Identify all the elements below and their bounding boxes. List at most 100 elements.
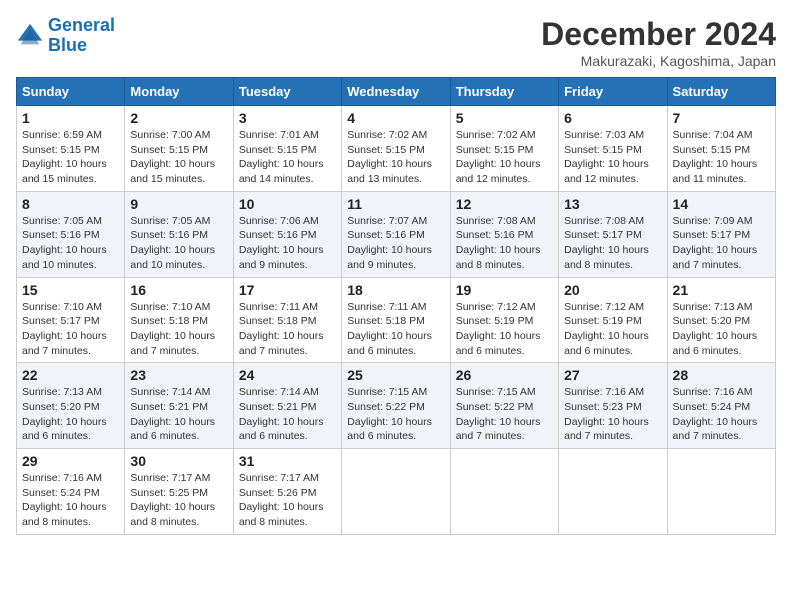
day-info: Sunrise: 7:17 AM Sunset: 5:26 PM Dayligh… [239, 471, 336, 530]
calendar-cell: 26 Sunrise: 7:15 AM Sunset: 5:22 PM Dayli… [450, 363, 558, 449]
calendar-cell: 9 Sunrise: 7:05 AM Sunset: 5:16 PM Daylig… [125, 191, 233, 277]
calendar-cell [342, 449, 450, 535]
day-number: 13 [564, 196, 661, 212]
day-info: Sunrise: 7:09 AM Sunset: 5:17 PM Dayligh… [673, 214, 770, 273]
calendar-cell: 12 Sunrise: 7:08 AM Sunset: 5:16 PM Dayli… [450, 191, 558, 277]
day-number: 29 [22, 453, 119, 469]
day-info: Sunrise: 7:07 AM Sunset: 5:16 PM Dayligh… [347, 214, 444, 273]
day-number: 7 [673, 110, 770, 126]
calendar-table: SundayMondayTuesdayWednesdayThursdayFrid… [16, 77, 776, 535]
day-info: Sunrise: 7:16 AM Sunset: 5:23 PM Dayligh… [564, 385, 661, 444]
logo: General Blue [16, 16, 115, 56]
day-info: Sunrise: 7:00 AM Sunset: 5:15 PM Dayligh… [130, 128, 227, 187]
day-number: 22 [22, 367, 119, 383]
day-number: 12 [456, 196, 553, 212]
day-number: 24 [239, 367, 336, 383]
calendar-cell: 22Sunrise: 7:13 AM Sunset: 5:20 PM Dayli… [17, 363, 125, 449]
calendar-day-header: Friday [559, 78, 667, 106]
day-info: Sunrise: 7:08 AM Sunset: 5:16 PM Dayligh… [456, 214, 553, 273]
day-number: 23 [130, 367, 227, 383]
calendar-cell: 17 Sunrise: 7:11 AM Sunset: 5:18 PM Dayli… [233, 277, 341, 363]
calendar-cell: 7 Sunrise: 7:04 AM Sunset: 5:15 PM Daylig… [667, 106, 775, 192]
day-number: 19 [456, 282, 553, 298]
calendar-week-row: 22Sunrise: 7:13 AM Sunset: 5:20 PM Dayli… [17, 363, 776, 449]
day-number: 16 [130, 282, 227, 298]
day-number: 10 [239, 196, 336, 212]
calendar-cell: 19 Sunrise: 7:12 AM Sunset: 5:19 PM Dayli… [450, 277, 558, 363]
day-info: Sunrise: 7:05 AM Sunset: 5:16 PM Dayligh… [130, 214, 227, 273]
day-number: 17 [239, 282, 336, 298]
day-info: Sunrise: 7:15 AM Sunset: 5:22 PM Dayligh… [347, 385, 444, 444]
page-header: General Blue December 2024 Makurazaki, K… [16, 16, 776, 69]
day-number: 3 [239, 110, 336, 126]
day-info: Sunrise: 7:11 AM Sunset: 5:18 PM Dayligh… [347, 300, 444, 359]
calendar-cell: 28 Sunrise: 7:16 AM Sunset: 5:24 PM Dayli… [667, 363, 775, 449]
calendar-cell: 2 Sunrise: 7:00 AM Sunset: 5:15 PM Daylig… [125, 106, 233, 192]
calendar-cell: 5 Sunrise: 7:02 AM Sunset: 5:15 PM Daylig… [450, 106, 558, 192]
calendar-cell [667, 449, 775, 535]
day-info: Sunrise: 7:12 AM Sunset: 5:19 PM Dayligh… [456, 300, 553, 359]
day-info: Sunrise: 7:02 AM Sunset: 5:15 PM Dayligh… [456, 128, 553, 187]
calendar-cell: 3 Sunrise: 7:01 AM Sunset: 5:15 PM Daylig… [233, 106, 341, 192]
day-number: 25 [347, 367, 444, 383]
calendar-day-header: Wednesday [342, 78, 450, 106]
calendar-cell: 31 Sunrise: 7:17 AM Sunset: 5:26 PM Dayli… [233, 449, 341, 535]
day-info: Sunrise: 7:04 AM Sunset: 5:15 PM Dayligh… [673, 128, 770, 187]
day-info: Sunrise: 7:11 AM Sunset: 5:18 PM Dayligh… [239, 300, 336, 359]
day-number: 28 [673, 367, 770, 383]
day-number: 30 [130, 453, 227, 469]
calendar-cell: 13 Sunrise: 7:08 AM Sunset: 5:17 PM Dayli… [559, 191, 667, 277]
day-info: Sunrise: 7:10 AM Sunset: 5:17 PM Dayligh… [22, 300, 119, 359]
title-block: December 2024 Makurazaki, Kagoshima, Jap… [541, 16, 776, 69]
day-info: Sunrise: 7:14 AM Sunset: 5:21 PM Dayligh… [130, 385, 227, 444]
day-number: 6 [564, 110, 661, 126]
calendar-day-header: Saturday [667, 78, 775, 106]
location-subtitle: Makurazaki, Kagoshima, Japan [541, 53, 776, 69]
calendar-day-header: Sunday [17, 78, 125, 106]
day-info: Sunrise: 7:08 AM Sunset: 5:17 PM Dayligh… [564, 214, 661, 273]
calendar-cell: 8Sunrise: 7:05 AM Sunset: 5:16 PM Daylig… [17, 191, 125, 277]
calendar-cell: 24 Sunrise: 7:14 AM Sunset: 5:21 PM Dayli… [233, 363, 341, 449]
day-info: Sunrise: 7:14 AM Sunset: 5:21 PM Dayligh… [239, 385, 336, 444]
day-number: 21 [673, 282, 770, 298]
month-title: December 2024 [541, 16, 776, 53]
calendar-cell: 4Sunrise: 7:02 AM Sunset: 5:15 PM Daylig… [342, 106, 450, 192]
calendar-week-row: 8Sunrise: 7:05 AM Sunset: 5:16 PM Daylig… [17, 191, 776, 277]
day-info: Sunrise: 7:15 AM Sunset: 5:22 PM Dayligh… [456, 385, 553, 444]
calendar-header-row: SundayMondayTuesdayWednesdayThursdayFrid… [17, 78, 776, 106]
calendar-cell: 14Sunrise: 7:09 AM Sunset: 5:17 PM Dayli… [667, 191, 775, 277]
calendar-cell: 18Sunrise: 7:11 AM Sunset: 5:18 PM Dayli… [342, 277, 450, 363]
day-number: 5 [456, 110, 553, 126]
calendar-day-header: Monday [125, 78, 233, 106]
day-info: Sunrise: 7:03 AM Sunset: 5:15 PM Dayligh… [564, 128, 661, 187]
calendar-cell: 25 Sunrise: 7:15 AM Sunset: 5:22 PM Dayli… [342, 363, 450, 449]
day-number: 31 [239, 453, 336, 469]
day-info: Sunrise: 7:01 AM Sunset: 5:15 PM Dayligh… [239, 128, 336, 187]
calendar-week-row: 15Sunrise: 7:10 AM Sunset: 5:17 PM Dayli… [17, 277, 776, 363]
logo-text: General Blue [48, 16, 115, 56]
calendar-cell: 20Sunrise: 7:12 AM Sunset: 5:19 PM Dayli… [559, 277, 667, 363]
day-number: 9 [130, 196, 227, 212]
day-number: 2 [130, 110, 227, 126]
calendar-cell: 6 Sunrise: 7:03 AM Sunset: 5:15 PM Daylig… [559, 106, 667, 192]
calendar-cell [559, 449, 667, 535]
day-number: 26 [456, 367, 553, 383]
calendar-cell [450, 449, 558, 535]
day-number: 1 [22, 110, 119, 126]
calendar-cell: 27 Sunrise: 7:16 AM Sunset: 5:23 PM Dayli… [559, 363, 667, 449]
calendar-cell: 23 Sunrise: 7:14 AM Sunset: 5:21 PM Dayli… [125, 363, 233, 449]
day-info: Sunrise: 7:16 AM Sunset: 5:24 PM Dayligh… [22, 471, 119, 530]
calendar-cell: 16Sunrise: 7:10 AM Sunset: 5:18 PM Dayli… [125, 277, 233, 363]
day-info: Sunrise: 7:16 AM Sunset: 5:24 PM Dayligh… [673, 385, 770, 444]
day-number: 20 [564, 282, 661, 298]
calendar-cell: 30 Sunrise: 7:17 AM Sunset: 5:25 PM Dayli… [125, 449, 233, 535]
calendar-week-row: 1Sunrise: 6:59 AM Sunset: 5:15 PM Daylig… [17, 106, 776, 192]
logo-icon [16, 22, 44, 50]
calendar-day-header: Tuesday [233, 78, 341, 106]
day-number: 11 [347, 196, 444, 212]
calendar-cell: 15Sunrise: 7:10 AM Sunset: 5:17 PM Dayli… [17, 277, 125, 363]
calendar-cell: 11 Sunrise: 7:07 AM Sunset: 5:16 PM Dayli… [342, 191, 450, 277]
day-number: 27 [564, 367, 661, 383]
day-info: Sunrise: 7:17 AM Sunset: 5:25 PM Dayligh… [130, 471, 227, 530]
calendar-cell: 1Sunrise: 6:59 AM Sunset: 5:15 PM Daylig… [17, 106, 125, 192]
